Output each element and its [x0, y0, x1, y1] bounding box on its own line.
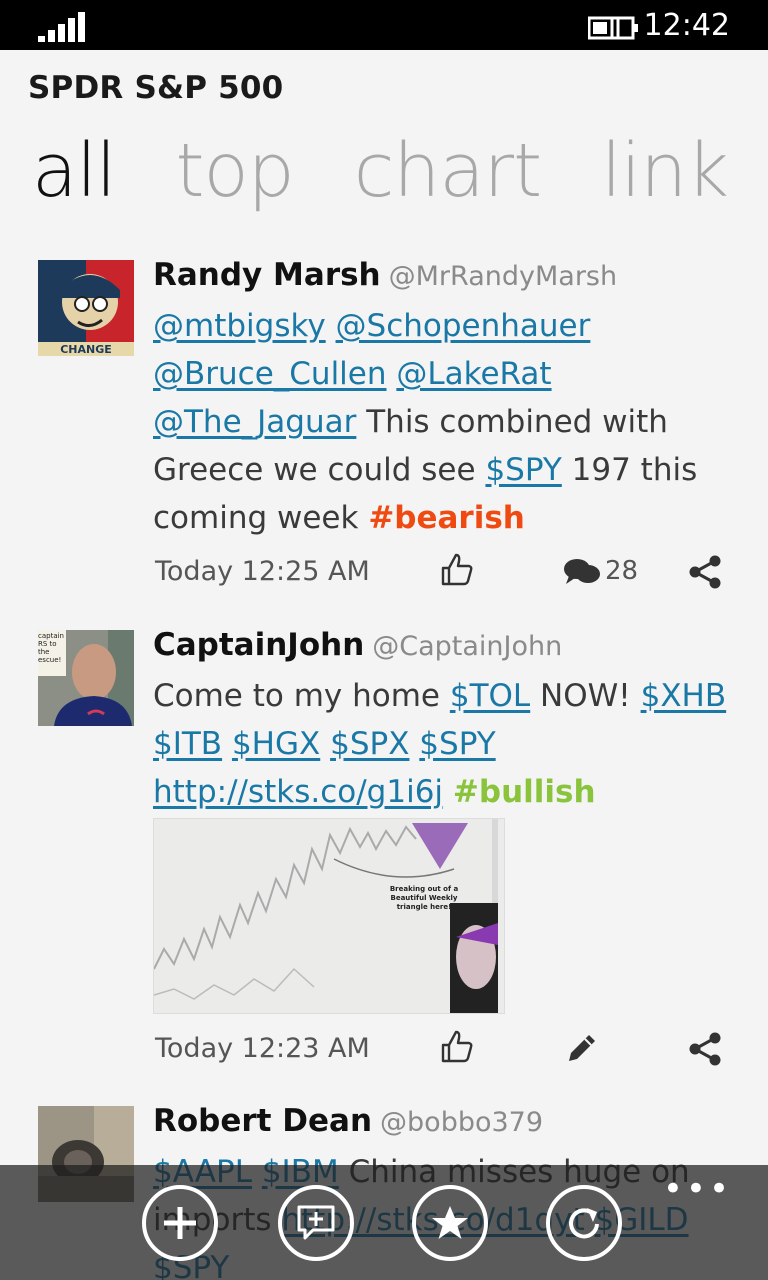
text-segment — [326, 308, 336, 344]
tab-top[interactable]: top — [175, 126, 294, 216]
comment-count: 28 — [605, 556, 639, 586]
like-icon[interactable] — [439, 552, 475, 588]
text-segment: NOW! — [530, 678, 641, 714]
author-handle[interactable]: @bobbo379 — [380, 1107, 543, 1138]
compose-icon — [297, 1205, 335, 1240]
author-name[interactable]: CaptainJohn — [153, 627, 364, 663]
compose-button[interactable] — [278, 1185, 354, 1261]
mention-link[interactable]: @mtbigsky — [153, 308, 326, 344]
cashtag-link[interactable]: $SPY — [419, 726, 495, 762]
share-icon[interactable] — [687, 1031, 723, 1067]
message-actions: Today 12:23 AM — [155, 1027, 735, 1075]
text-segment — [320, 726, 330, 762]
svg-text:CHANGE: CHANGE — [60, 343, 112, 356]
image-caption: Breaking out of a Beautiful Weekly trian… — [389, 885, 459, 911]
cashtag-link[interactable]: $SPY — [485, 452, 561, 488]
share-icon[interactable] — [687, 554, 723, 590]
author-name[interactable]: Randy Marsh — [153, 257, 381, 293]
sentiment-bearish-tag[interactable]: #bearish — [368, 500, 525, 536]
avatar-sign-text: captain RS to the escue! — [38, 632, 64, 664]
app-bar: ••• — [0, 1165, 768, 1280]
star-icon — [432, 1206, 468, 1239]
timestamp: Today 12:23 AM — [155, 1033, 370, 1064]
battery-charging-icon — [588, 16, 638, 40]
cashtag-link[interactable]: $HGX — [232, 726, 320, 762]
mention-link[interactable]: @LakeRat — [396, 356, 551, 392]
page-title: SPDR S&P 500 — [28, 70, 284, 106]
status-bar: 12:42 — [0, 0, 768, 50]
attached-image[interactable]: Breaking out of a Beautiful Weekly trian… — [153, 818, 505, 1014]
status-clock: 12:42 — [643, 8, 730, 43]
author-name[interactable]: Robert Dean — [153, 1103, 372, 1139]
mention-link[interactable]: @Schopenhauer — [336, 308, 591, 344]
more-options-button[interactable]: ••• — [663, 1172, 732, 1206]
refresh-button[interactable] — [546, 1185, 622, 1261]
message-actions: Today 12:25 AM 28 — [155, 550, 735, 598]
text-segment — [387, 356, 397, 392]
signal-strength-icon — [38, 12, 86, 42]
tab-chart[interactable]: chart — [354, 126, 542, 216]
plus-icon — [164, 1207, 196, 1239]
message-text: Come to my home $TOL NOW! $XHB $ITB $HGX… — [153, 672, 733, 816]
author-handle[interactable]: @MrRandyMarsh — [389, 261, 617, 292]
text-segment — [443, 774, 453, 810]
avatar[interactable]: CHANGE — [38, 260, 134, 356]
mention-link[interactable]: @The_Jaguar — [153, 404, 356, 440]
edit-pencil-icon[interactable] — [563, 1031, 599, 1067]
refresh-icon — [569, 1208, 599, 1239]
tab-all[interactable]: all — [32, 126, 116, 216]
text-segment — [222, 726, 232, 762]
url-link[interactable]: http://stks.co/g1i6j — [153, 774, 443, 810]
tab-link[interactable]: link — [601, 126, 729, 216]
comment-icon[interactable] — [563, 556, 601, 588]
favorite-button[interactable] — [412, 1185, 488, 1261]
avatar[interactable]: captain RS to the escue! — [38, 630, 134, 726]
cashtag-link[interactable]: $SPX — [330, 726, 409, 762]
pivot-tabs: alltopchartlinki — [32, 126, 768, 226]
cashtag-link[interactable]: $ITB — [153, 726, 222, 762]
text-segment — [409, 726, 419, 762]
sentiment-bullish-tag[interactable]: #bullish — [453, 774, 596, 810]
new-message-button[interactable] — [142, 1185, 218, 1261]
like-icon[interactable] — [439, 1029, 475, 1065]
text-segment: Come to my home — [153, 678, 450, 714]
cashtag-link[interactable]: $XHB — [641, 678, 727, 714]
cashtag-link[interactable]: $TOL — [450, 678, 530, 714]
message-text: @mtbigsky @Schopenhauer @Bruce_Cullen @L… — [153, 302, 733, 542]
timestamp: Today 12:25 AM — [155, 556, 370, 587]
author-handle[interactable]: @CaptainJohn — [372, 631, 562, 662]
mention-link[interactable]: @Bruce_Cullen — [153, 356, 387, 392]
